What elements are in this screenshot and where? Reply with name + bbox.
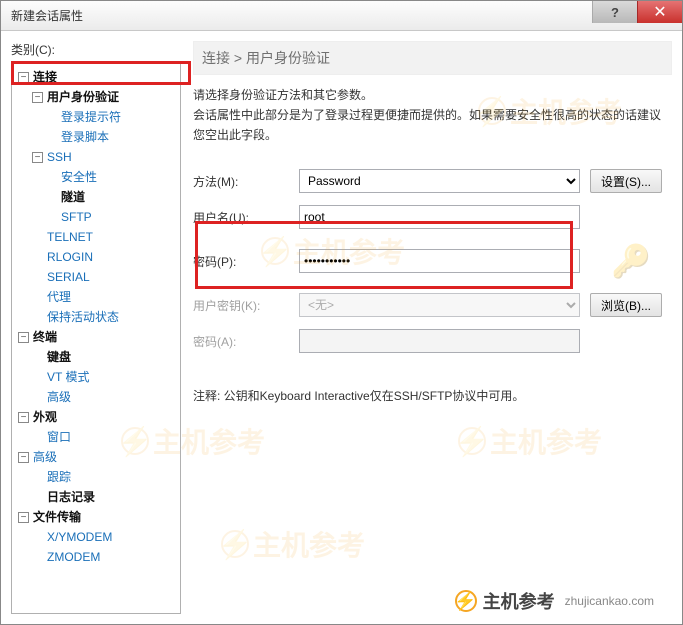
tree-keepalive[interactable]: 保持活动状态 xyxy=(47,310,119,324)
window-buttons: ? ✕ xyxy=(592,1,682,23)
close-button[interactable]: ✕ xyxy=(637,1,682,23)
tree-keyboard[interactable]: 键盘 xyxy=(47,350,71,364)
tree-toggle-icon[interactable]: − xyxy=(18,412,29,423)
tree-security[interactable]: 安全性 xyxy=(61,170,97,184)
tree-advanced2[interactable]: 高级 xyxy=(33,450,57,464)
tree-xymodem[interactable]: X/YMODEM xyxy=(47,530,112,544)
category-tree[interactable]: −连接 −用户身份验证 登录提示符 登录脚本 −SSH 安全性 xyxy=(11,62,181,614)
userkey-select: <无> xyxy=(299,293,580,317)
tree-tunnel[interactable]: 隧道 xyxy=(61,190,85,204)
tree-auth[interactable]: 用户身份验证 xyxy=(47,90,119,104)
tree-toggle-icon[interactable]: − xyxy=(18,512,29,523)
tree-login-prompt[interactable]: 登录提示符 xyxy=(61,110,121,124)
tree-serial[interactable]: SERIAL xyxy=(47,270,90,284)
note-text: 注释: 公钥和Keyboard Interactive仅在SSH/SFTP协议中… xyxy=(193,387,672,404)
tree-login-script[interactable]: 登录脚本 xyxy=(61,130,109,144)
tree-toggle-icon[interactable]: − xyxy=(18,72,29,83)
watermark-text: 主机参考 xyxy=(483,588,555,614)
tree-telnet[interactable]: TELNET xyxy=(47,230,93,244)
tree-toggle-icon[interactable]: − xyxy=(18,332,29,343)
tree-toggle-icon[interactable]: − xyxy=(32,92,43,103)
watermark-icon: ⚡ xyxy=(455,590,477,612)
tree-connection[interactable]: 连接 xyxy=(33,70,57,84)
tree-zmodem[interactable]: ZMODEM xyxy=(47,550,100,564)
watermark-domain: zhujicankao.com xyxy=(565,594,654,608)
window-title: 新建会话属性 xyxy=(11,7,83,24)
tree-advanced[interactable]: 高级 xyxy=(47,390,71,404)
settings-button[interactable]: 设置(S)... xyxy=(590,169,662,193)
tree-sftp[interactable]: SFTP xyxy=(61,210,92,224)
tree-terminal[interactable]: 终端 xyxy=(33,330,57,344)
key-icon: 🔑 xyxy=(590,241,672,281)
tree-window[interactable]: 窗口 xyxy=(47,430,71,444)
titlebar: 新建会话属性 ? ✕ xyxy=(1,1,682,31)
userkey-label: 用户密钥(K): xyxy=(193,297,289,314)
method-label: 方法(M): xyxy=(193,173,289,190)
breadcrumb: 连接 > 用户身份验证 xyxy=(193,41,672,75)
username-label: 用户名(U): xyxy=(193,209,289,226)
password2-input xyxy=(299,329,580,353)
password2-label: 密码(A): xyxy=(193,333,289,350)
tree-toggle-icon[interactable]: − xyxy=(32,152,43,163)
password-label: 密码(P): xyxy=(193,253,289,270)
tree-trace[interactable]: 跟踪 xyxy=(47,470,71,484)
category-label: 类别(C): xyxy=(11,41,181,58)
help-button[interactable]: ? xyxy=(592,1,637,23)
username-input[interactable] xyxy=(299,205,580,229)
method-select[interactable]: Password xyxy=(299,169,580,193)
tree-rlogin[interactable]: RLOGIN xyxy=(47,250,93,264)
tree-appearance[interactable]: 外观 xyxy=(33,410,57,424)
password-input[interactable] xyxy=(299,249,580,273)
browse-button[interactable]: 浏览(B)... xyxy=(590,293,662,317)
watermark: ⚡ 主机参考 zhujicankao.com xyxy=(443,584,666,618)
tree-proxy[interactable]: 代理 xyxy=(47,290,71,304)
tree-vtmode[interactable]: VT 模式 xyxy=(47,370,89,384)
tree-toggle-icon[interactable]: − xyxy=(18,452,29,463)
tree-filetransfer[interactable]: 文件传输 xyxy=(33,510,81,524)
tree-ssh[interactable]: SSH xyxy=(47,150,72,164)
description: 请选择身份验证方法和其它参数。 会话属性中此部分是为了登录过程更便捷而提供的。如… xyxy=(193,85,672,145)
tree-logging[interactable]: 日志记录 xyxy=(47,490,95,504)
